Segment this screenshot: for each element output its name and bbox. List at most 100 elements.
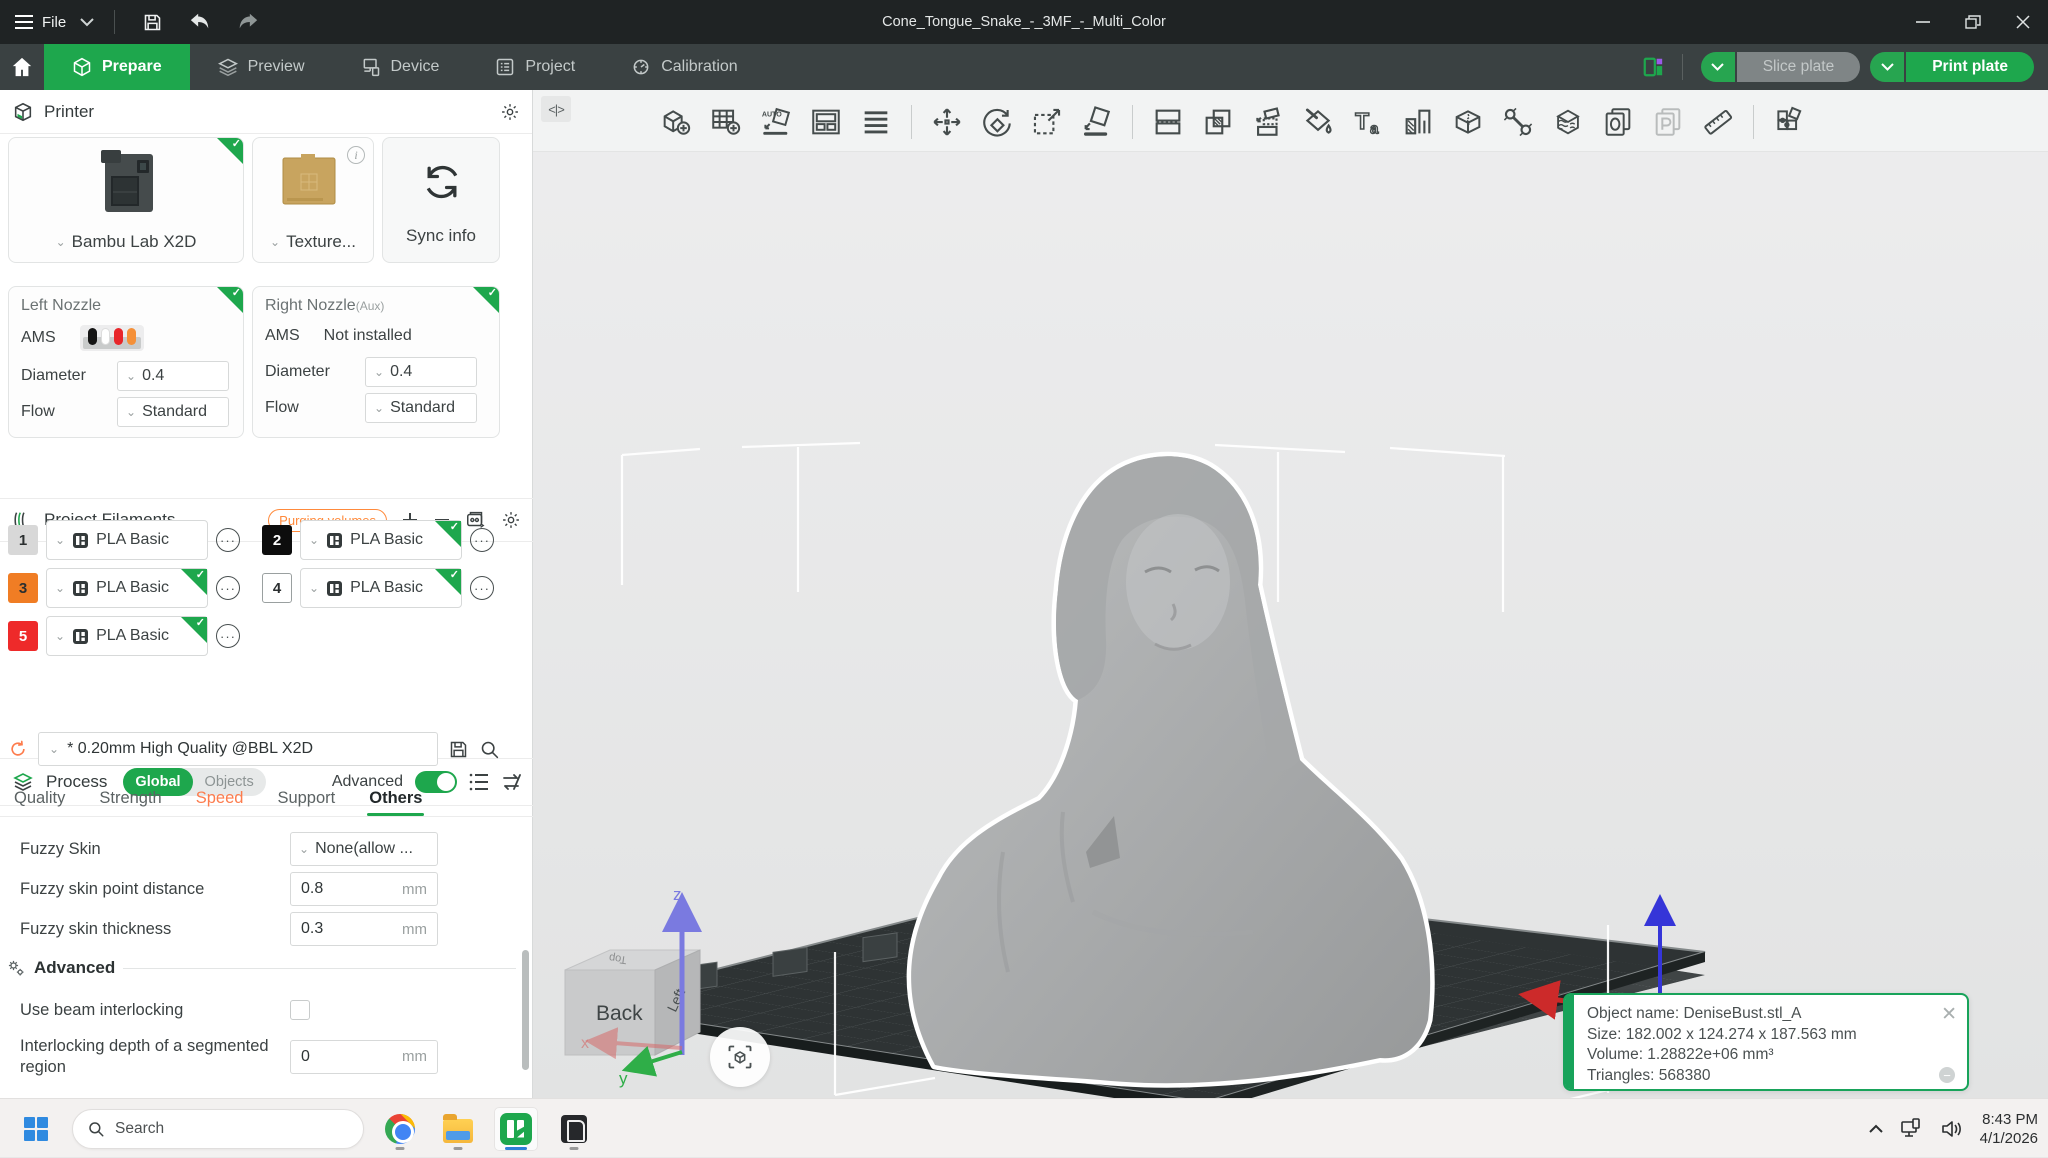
filament-index-chip[interactable]: 3 <box>8 573 38 603</box>
taskbar-app[interactable] <box>552 1107 596 1151</box>
nav-cube[interactable]: Back Left Top z x y <box>565 885 700 1088</box>
interlocking-depth-input[interactable]: 0mm <box>290 1040 438 1074</box>
tab-calibration[interactable]: Calibration <box>603 44 765 90</box>
save-preset-icon[interactable] <box>448 739 469 760</box>
print-plate-button[interactable]: Print plate <box>1906 52 2034 82</box>
split-to-objects-button[interactable] <box>1245 99 1291 145</box>
3d-viewport[interactable]: <|> AUTO Ta <box>533 90 2048 1098</box>
filament-index-chip[interactable]: 1 <box>8 525 38 555</box>
tab-prepare[interactable]: Prepare <box>44 44 190 90</box>
reset-preset-icon[interactable] <box>8 739 28 759</box>
assembly-view-button[interactable] <box>1766 99 1812 145</box>
tray-chevron-up-icon[interactable] <box>1868 1124 1884 1134</box>
filament-options-button[interactable]: ··· <box>470 528 494 552</box>
plates-manager-icon[interactable] <box>1642 56 1664 78</box>
filament-select[interactable]: ⌄ PLA Basic <box>46 568 208 608</box>
scale-button[interactable] <box>1024 99 1070 145</box>
filament-index-chip[interactable]: 2 <box>262 525 292 555</box>
fuzzy-point-distance-input[interactable]: 0.8mm <box>290 872 438 906</box>
network-icon[interactable] <box>1900 1118 1924 1140</box>
text-tool-button[interactable]: Ta <box>1345 99 1391 145</box>
ams-tray[interactable] <box>80 325 144 351</box>
minimize-button[interactable] <box>1898 0 1948 44</box>
rotate-button[interactable] <box>974 99 1020 145</box>
filament-settings-gear-icon[interactable] <box>501 510 521 530</box>
filament-select[interactable]: ⌄ PLA Basic <box>300 520 462 560</box>
tab-speed[interactable]: Speed <box>196 789 244 816</box>
filament-options-button[interactable]: ··· <box>470 576 494 600</box>
printer-settings-gear-icon[interactable] <box>500 102 520 122</box>
fuzzy-thickness-input[interactable]: 0.3mm <box>290 912 438 946</box>
clock[interactable]: 8:43 PM 4/1/2026 <box>1980 1110 2038 1148</box>
seam-painting-button[interactable] <box>1495 99 1541 145</box>
filament-options-button[interactable]: ··· <box>216 576 240 600</box>
lay-on-face-button[interactable] <box>1074 99 1120 145</box>
fit-view-button[interactable] <box>710 1027 770 1087</box>
tab-strength[interactable]: Strength <box>99 789 161 816</box>
tab-quality[interactable]: Quality <box>14 789 65 816</box>
tab-support[interactable]: Support <box>277 789 335 816</box>
add-plate-button[interactable] <box>703 99 749 145</box>
advanced-group-header[interactable]: Advanced <box>6 958 516 978</box>
settings-list-icon[interactable] <box>469 773 489 791</box>
left-diameter-select[interactable]: ⌄0.4 <box>117 361 229 391</box>
filament-select[interactable]: ⌄ PLA Basic <box>46 520 208 560</box>
cut-button[interactable] <box>1145 99 1191 145</box>
popup-close-icon[interactable]: ✕ <box>1941 1003 1957 1026</box>
3d-scene[interactable]: Back Left Top z x y <box>533 152 2048 1098</box>
right-flow-select[interactable]: ⌄Standard <box>365 393 477 423</box>
mesh-boolean-button[interactable] <box>1445 99 1491 145</box>
filament-select[interactable]: ⌄ PLA Basic <box>300 568 462 608</box>
taskbar-search[interactable]: Search <box>72 1109 364 1149</box>
plate-type-card[interactable]: i ⌄ Texture... <box>252 137 374 263</box>
color-paint-button[interactable] <box>1295 99 1341 145</box>
sync-info-button[interactable]: Sync info <box>382 137 500 263</box>
add-object-button[interactable] <box>653 99 699 145</box>
save-button[interactable] <box>135 7 169 37</box>
home-button[interactable] <box>0 44 44 90</box>
filament-options-button[interactable]: ··· <box>216 528 240 552</box>
fuzzy-skin-button[interactable] <box>1545 99 1591 145</box>
left-flow-select[interactable]: ⌄Standard <box>117 397 229 427</box>
objects-page-button[interactable] <box>1595 99 1641 145</box>
tab-others[interactable]: Others <box>369 789 422 816</box>
restore-button[interactable] <box>1948 0 1998 44</box>
right-nozzle-card[interactable]: Right Nozzle(Aux) AMS Not installed Diam… <box>252 286 500 438</box>
printer-card[interactable]: ⌄ Bambu Lab X2D <box>8 137 244 263</box>
taskbar-bambu-studio[interactable] <box>494 1107 538 1151</box>
chevron-down-icon[interactable] <box>80 18 94 27</box>
right-diameter-select[interactable]: ⌄0.4 <box>365 357 477 387</box>
taskbar-file-explorer[interactable] <box>436 1107 480 1151</box>
variable-layer-height-button[interactable] <box>1395 99 1441 145</box>
preset-select[interactable]: ⌄ * 0.20mm High Quality @BBL X2D <box>38 732 438 766</box>
search-settings-icon[interactable] <box>479 739 500 760</box>
filament-index-chip[interactable]: 4 <box>262 573 292 603</box>
layers-list-button[interactable] <box>853 99 899 145</box>
filament-index-chip[interactable]: 5 <box>8 621 38 651</box>
tab-preview[interactable]: Preview <box>190 44 333 90</box>
compare-presets-icon[interactable] <box>501 773 521 791</box>
beam-interlocking-checkbox[interactable] <box>290 1000 310 1020</box>
slice-dropdown-button[interactable] <box>1701 52 1735 82</box>
measure-button[interactable] <box>1695 99 1741 145</box>
auto-orient-button[interactable]: AUTO <box>753 99 799 145</box>
bust-model[interactable] <box>911 456 1430 1083</box>
start-button[interactable] <box>14 1107 58 1151</box>
popup-minimize-icon[interactable]: − <box>1939 1067 1955 1083</box>
nav-cube-top-label[interactable]: Top <box>608 951 627 965</box>
file-menu[interactable]: File <box>14 14 66 31</box>
nav-cube-front-label[interactable]: Back <box>596 1002 643 1025</box>
panel-scrollbar[interactable] <box>522 950 529 1070</box>
arrange-button[interactable] <box>803 99 849 145</box>
fuzzy-skin-select[interactable]: ⌄None(allow ... <box>290 832 438 866</box>
print-dropdown-button[interactable] <box>1870 52 1904 82</box>
plates-page-button[interactable] <box>1645 99 1691 145</box>
tab-project[interactable]: Project <box>467 44 603 90</box>
move-button[interactable] <box>924 99 970 145</box>
slice-plate-button[interactable]: Slice plate <box>1737 52 1861 82</box>
panel-collapse-handle[interactable]: <|> <box>541 96 571 122</box>
filament-select[interactable]: ⌄ PLA Basic <box>46 616 208 656</box>
filament-options-button[interactable]: ··· <box>216 624 240 648</box>
info-icon[interactable]: i <box>347 146 365 164</box>
tab-device[interactable]: Device <box>333 44 468 90</box>
